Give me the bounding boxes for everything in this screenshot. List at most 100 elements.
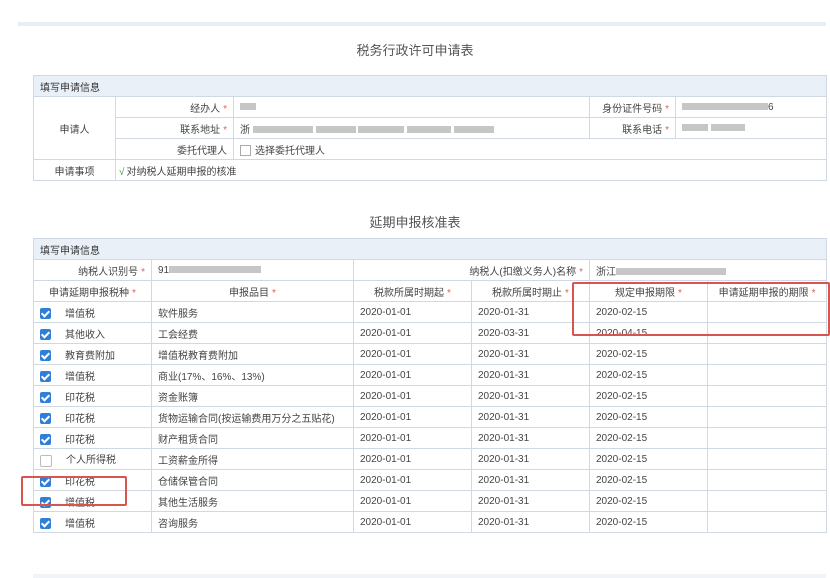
period-start-cell: 2020-01-01 xyxy=(353,427,472,449)
review-column-header: 申请延期申报税种 * 申报品目 * 税款所属时期起 * 税款所属时期止 * 规定申报期限… xyxy=(33,280,828,302)
row-checkbox[interactable] xyxy=(40,371,51,383)
delegate-label: 委托代理人 xyxy=(115,138,234,160)
row-checkbox[interactable] xyxy=(40,518,51,530)
row-checkbox[interactable] xyxy=(40,350,51,362)
taxpayer-name-label: 纳税人(扣缴义务人)名称 * xyxy=(353,259,590,281)
tax-type-cell: 其他收入 xyxy=(33,322,152,344)
period-start-cell: 2020-01-01 xyxy=(353,343,472,365)
applicant-section-label: 填写申请信息 xyxy=(32,75,828,97)
extended-deadline-cell[interactable] xyxy=(706,469,828,491)
period-end-cell: 2020-03-31 xyxy=(471,322,590,344)
table-row: 印花税 资金账簿 2020-01-01 2020-01-31 2020-02-15 xyxy=(33,385,828,407)
period-start-cell: 2020-01-01 xyxy=(353,469,472,491)
table-row: 教育费附加 增值税教育费附加 2020-01-01 2020-01-31 2020-02… xyxy=(33,343,828,365)
applicant-group-label: 申请人 xyxy=(33,96,116,160)
matter-value: 对纳税人延期申报的核准 xyxy=(126,166,237,178)
period-start-cell: 2020-01-01 xyxy=(353,301,472,323)
extended-deadline-cell[interactable] xyxy=(706,364,828,386)
item-cell: 软件服务 xyxy=(151,301,354,323)
row-checkbox[interactable] xyxy=(40,497,51,509)
review-section-header: 填写申请信息 xyxy=(32,238,828,260)
tax-type-cell: 印花税 xyxy=(33,469,152,491)
item-cell: 财产租赁合同 xyxy=(151,427,354,449)
period-end-cell: 2020-01-31 xyxy=(471,427,590,449)
deadline-cell: 2020-02-15 xyxy=(589,469,708,491)
tax-type-cell: 增值税 xyxy=(33,490,152,512)
row-checkbox[interactable] xyxy=(40,454,52,467)
period-start-cell: 2020-01-01 xyxy=(353,385,472,407)
item-cell: 增值税教育费附加 xyxy=(151,343,354,365)
row-checkbox[interactable] xyxy=(40,308,51,320)
col-period-end: 税款所属时期止 * xyxy=(471,280,590,302)
row-checkbox[interactable] xyxy=(40,413,51,425)
table-row: 增值税 软件服务 2020-01-01 2020-01-31 2020-02-15 xyxy=(33,301,828,323)
deadline-cell: 2020-02-15 xyxy=(589,364,708,386)
row-checkbox[interactable] xyxy=(40,392,51,404)
row-checkbox[interactable] xyxy=(40,476,51,488)
col-item: 申报品目 * xyxy=(151,280,354,302)
phone-field[interactable] xyxy=(674,117,828,139)
next-row-edge xyxy=(33,574,826,578)
address-label: 联系地址 * xyxy=(115,117,234,139)
address-field[interactable]: 浙 xyxy=(233,117,590,139)
table-row: 增值税 咨询服务 2020-01-01 2020-01-31 2020-02-15 xyxy=(33,511,828,533)
extended-deadline-cell[interactable] xyxy=(706,427,828,449)
top-divider xyxy=(18,22,826,26)
item-cell: 工资薪金所得 xyxy=(151,448,354,470)
delegate-option-label: 选择委托代理人 xyxy=(255,145,325,157)
extended-deadline-cell[interactable] xyxy=(706,322,828,344)
taxpayer-id-field[interactable]: 91 xyxy=(151,259,354,281)
item-cell: 货物运输合同(按运输费用万分之五贴花) xyxy=(151,406,354,428)
agent-field[interactable] xyxy=(233,96,590,118)
matter-tick: √ xyxy=(119,166,125,178)
applicant-section-header: 填写申请信息 xyxy=(32,75,828,97)
phone-label: 联系电话 * xyxy=(589,117,676,139)
deadline-cell: 2020-02-15 xyxy=(589,343,708,365)
item-cell: 工会经费 xyxy=(151,322,354,344)
tax-type-label: 教育费附加 xyxy=(65,350,115,362)
extended-deadline-cell[interactable] xyxy=(706,490,828,512)
table-row: 印花税 货物运输合同(按运输费用万分之五贴花) 2020-01-01 2020-01-… xyxy=(33,406,828,428)
period-end-cell: 2020-01-31 xyxy=(471,385,590,407)
row-checkbox[interactable] xyxy=(40,329,51,341)
period-end-cell: 2020-01-31 xyxy=(471,490,590,512)
tax-type-label: 印花税 xyxy=(65,434,95,446)
item-cell: 咨询服务 xyxy=(151,511,354,533)
extended-deadline-cell[interactable] xyxy=(706,448,828,470)
taxpayer-name-field[interactable]: 浙江 xyxy=(588,259,828,281)
taxpayer-id-label: 纳税人识别号 * xyxy=(33,259,152,281)
item-cell: 其他生活服务 xyxy=(151,490,354,512)
item-cell: 资金账簿 xyxy=(151,385,354,407)
review-title: 延期申报核准表 xyxy=(369,215,461,230)
period-end-cell: 2020-01-31 xyxy=(471,301,590,323)
extended-deadline-cell[interactable] xyxy=(706,511,828,533)
period-start-cell: 2020-01-01 xyxy=(353,406,472,428)
deadline-cell: 2020-02-15 xyxy=(589,490,708,512)
table-row: 增值税 商业(17%、16%、13%) 2020-01-01 2020-01-31 20… xyxy=(33,364,828,386)
tax-type-cell: 印花税 xyxy=(33,427,152,449)
matter-label: 申请事项 xyxy=(33,159,116,181)
col-deadline: 规定申报期限 * xyxy=(589,280,708,302)
id-number-field[interactable]: 6 xyxy=(674,96,828,118)
extended-deadline-cell[interactable] xyxy=(706,343,828,365)
tax-type-label: 印花税 xyxy=(65,392,95,404)
form-title: 税务行政许可申请表 xyxy=(356,43,474,58)
deadline-cell: 2020-02-15 xyxy=(589,406,708,428)
extended-deadline-cell[interactable] xyxy=(706,385,828,407)
tax-type-cell: 增值税 xyxy=(33,301,152,323)
tax-type-cell: 教育费附加 xyxy=(33,343,152,365)
row-checkbox[interactable] xyxy=(40,434,51,446)
period-start-cell: 2020-01-01 xyxy=(353,322,472,344)
extended-deadline-cell[interactable] xyxy=(706,301,828,323)
tax-type-label: 印花税 xyxy=(65,476,95,488)
deadline-cell: 2020-04-15 xyxy=(589,322,708,344)
tax-type-label: 个人所得税 xyxy=(66,455,116,467)
deadline-cell: 2020-02-15 xyxy=(589,427,708,449)
delegate-checkbox[interactable] xyxy=(240,145,251,157)
period-end-cell: 2020-01-31 xyxy=(471,448,590,470)
period-end-cell: 2020-01-31 xyxy=(471,364,590,386)
extended-deadline-cell[interactable] xyxy=(706,406,828,428)
review-table: 填写申请信息 纳税人识别号 * 91 纳税人(扣缴义务人)名称 * 浙江 申请延期申… xyxy=(32,238,828,533)
applicant-table: 填写申请信息 申请人 经办人 * 身份证件号码 * 6 联系地址 * 浙 联系电话 * … xyxy=(32,75,828,181)
delegate-field[interactable]: 选择委托代理人 xyxy=(232,138,828,160)
